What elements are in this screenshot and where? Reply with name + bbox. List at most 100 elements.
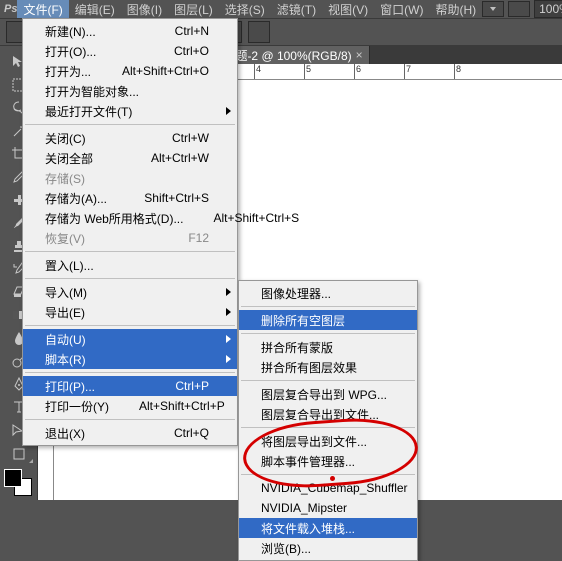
menu-item-label: 导入(M) [45,284,209,301]
menu-layer[interactable]: 图层(L) [168,0,219,20]
file-menu-item[interactable]: 脚本(R) [23,349,237,369]
file-menu-item[interactable]: 退出(X)Ctrl+Q [23,423,237,443]
zoom-input[interactable]: 100% [534,0,562,18]
menu-item-label: 存储(S) [45,170,209,187]
menu-item-label: NVIDIA_Cubemap_Shuffler [261,481,438,495]
menu-item-shortcut: Shift+Ctrl+S [144,191,209,205]
scripts-menu-item[interactable]: 拼合所有蒙版 [239,337,417,357]
file-menu-item[interactable]: 打印一份(Y)Alt+Shift+Ctrl+P [23,396,237,416]
menu-help[interactable]: 帮助(H) [429,0,482,20]
file-menu-item[interactable]: 置入(L)... [23,255,237,275]
shape-tool-icon[interactable] [4,443,34,464]
file-menu-item[interactable]: 关闭(C)Ctrl+W [23,128,237,148]
scripts-menu-item[interactable]: 浏览(B)... [239,538,417,558]
menu-item-label: 脚本事件管理器... [261,453,389,470]
file-menu-item[interactable]: 打开(O)...Ctrl+O [23,41,237,61]
file-menu-item[interactable]: 导入(M) [23,282,237,302]
menu-item-label: 拼合所有蒙版 [261,339,389,356]
menu-image[interactable]: 图像(I) [121,0,168,20]
scripts-menu-item[interactable]: 图像处理器... [239,283,417,303]
menu-item-label: 打开为智能对象... [45,83,209,100]
file-menu-item[interactable]: 自动(U) [23,329,237,349]
menu-file[interactable]: 文件(F) [17,0,68,20]
scripts-menu-item[interactable]: 删除所有空图层 [239,310,417,330]
menubar: Ps 文件(F) 编辑(E) 图像(I) 图层(L) 选择(S) 滤镜(T) 视… [0,0,562,18]
menu-item-shortcut: Ctrl+P [175,379,209,393]
menu-item-shortcut: Alt+Shift+Ctrl+O [122,64,209,78]
menu-item-label: NVIDIA_Mipster [261,501,389,515]
file-menu-item: 存储(S) [23,168,237,188]
menubar-right-controls: 100% [482,0,562,18]
menu-item-label: 新建(N)... [45,23,175,40]
menu-item-label: 将文件载入堆栈... [261,520,389,537]
file-menu-item[interactable]: 存储为(A)...Shift+Ctrl+S [23,188,237,208]
file-menu-item: 恢复(V)F12 [23,228,237,248]
menu-item-shortcut: Alt+Ctrl+W [151,151,209,165]
color-swatches[interactable] [4,469,32,496]
ruler-tick: 8 [454,64,504,79]
menu-item-label: 关闭全部 [45,150,151,167]
chevron-right-icon [226,335,231,343]
menu-item-label: 拼合所有图层效果 [261,359,389,376]
workspace-icon[interactable] [508,1,530,17]
menu-window[interactable]: 窗口(W) [374,0,429,20]
menu-item-label: 关闭(C) [45,130,172,147]
menu-item-label: 图像处理器... [261,285,389,302]
menu-item-label: 图层复合导出到文件... [261,406,409,423]
file-menu-item[interactable]: 最近打开文件(T) [23,101,237,121]
menu-item-label: 脚本(R) [45,351,209,368]
menu-item-label: 恢复(V) [45,230,188,247]
scripts-submenu: 图像处理器... 删除所有空图层拼合所有蒙版拼合所有图层效果图层复合导出到 WPG… [238,280,418,561]
chevron-right-icon [226,308,231,316]
menu-item-label: 置入(L)... [45,257,209,274]
menu-item-shortcut: Alt+Shift+Ctrl+P [139,399,225,413]
menu-item-label: 存储为(A)... [45,190,144,207]
scripts-menu-item[interactable]: 将文件载入堆栈... [239,518,417,538]
menu-item-label: 自动(U) [45,331,209,348]
menu-view[interactable]: 视图(V) [322,0,374,20]
annotation-dot [330,476,335,481]
chevron-right-icon [226,355,231,363]
menu-item-label: 打开(O)... [45,43,174,60]
chevron-right-icon [226,288,231,296]
menu-item-shortcut: Ctrl+Q [174,426,209,440]
screen-mode-icon[interactable] [482,1,504,17]
ruler-tick: 7 [404,64,454,79]
app-logo: Ps [4,0,17,18]
chevron-right-icon [226,107,231,115]
file-menu-item[interactable]: 打开为...Alt+Shift+Ctrl+O [23,61,237,81]
file-menu-item[interactable]: 新建(N)...Ctrl+N [23,21,237,41]
scripts-menu-item[interactable]: 图层复合导出到文件... [239,404,417,424]
file-menu-item[interactable]: 打印(P)...Ctrl+P [23,376,237,396]
fg-color-swatch[interactable] [4,469,22,487]
menu-item-label: 打印(P)... [45,378,175,395]
scripts-menu-item[interactable]: 图层复合导出到 WPG... [239,384,417,404]
close-icon[interactable]: × [356,48,363,62]
menu-select[interactable]: 选择(S) [219,0,271,20]
menu-item-label: 退出(X) [45,425,174,442]
ruler-tick: 6 [354,64,404,79]
file-menu-item[interactable]: 打开为智能对象... [23,81,237,101]
scripts-menu-item[interactable]: 拼合所有图层效果 [239,357,417,377]
scripts-menu-item[interactable]: NVIDIA_Cubemap_Shuffler [239,478,417,498]
menu-item-label: 打开为... [45,63,122,80]
scripts-menu-item[interactable]: NVIDIA_Mipster [239,498,417,518]
file-menu-item[interactable]: 关闭全部Alt+Ctrl+W [23,148,237,168]
menu-item-label: 打印一份(Y) [45,398,139,415]
ruler-tick: 5 [304,64,354,79]
menu-item-label: 最近打开文件(T) [45,103,209,120]
menu-item-shortcut: Ctrl+N [175,24,209,38]
file-menu: 新建(N)...Ctrl+N打开(O)...Ctrl+O打开为...Alt+Sh… [22,18,238,446]
menu-filter[interactable]: 滤镜(T) [271,0,322,20]
menu-edit[interactable]: 编辑(E) [69,0,121,20]
file-menu-item[interactable]: 导出(E) [23,302,237,322]
menu-item-label: 将图层导出到文件... [261,433,397,450]
menu-item-label: 存储为 Web所用格式(D)... [45,210,213,227]
scripts-menu-item[interactable]: 脚本事件管理器... [239,451,417,471]
zoom-value: 100% [539,2,562,16]
menu-item-shortcut: Alt+Shift+Ctrl+S [213,211,299,225]
file-menu-item[interactable]: 存储为 Web所用格式(D)...Alt+Shift+Ctrl+S [23,208,237,228]
menu-item-shortcut: Ctrl+W [172,131,209,145]
scripts-menu-item[interactable]: 将图层导出到文件... [239,431,417,451]
opt-icon-8[interactable] [248,21,270,43]
